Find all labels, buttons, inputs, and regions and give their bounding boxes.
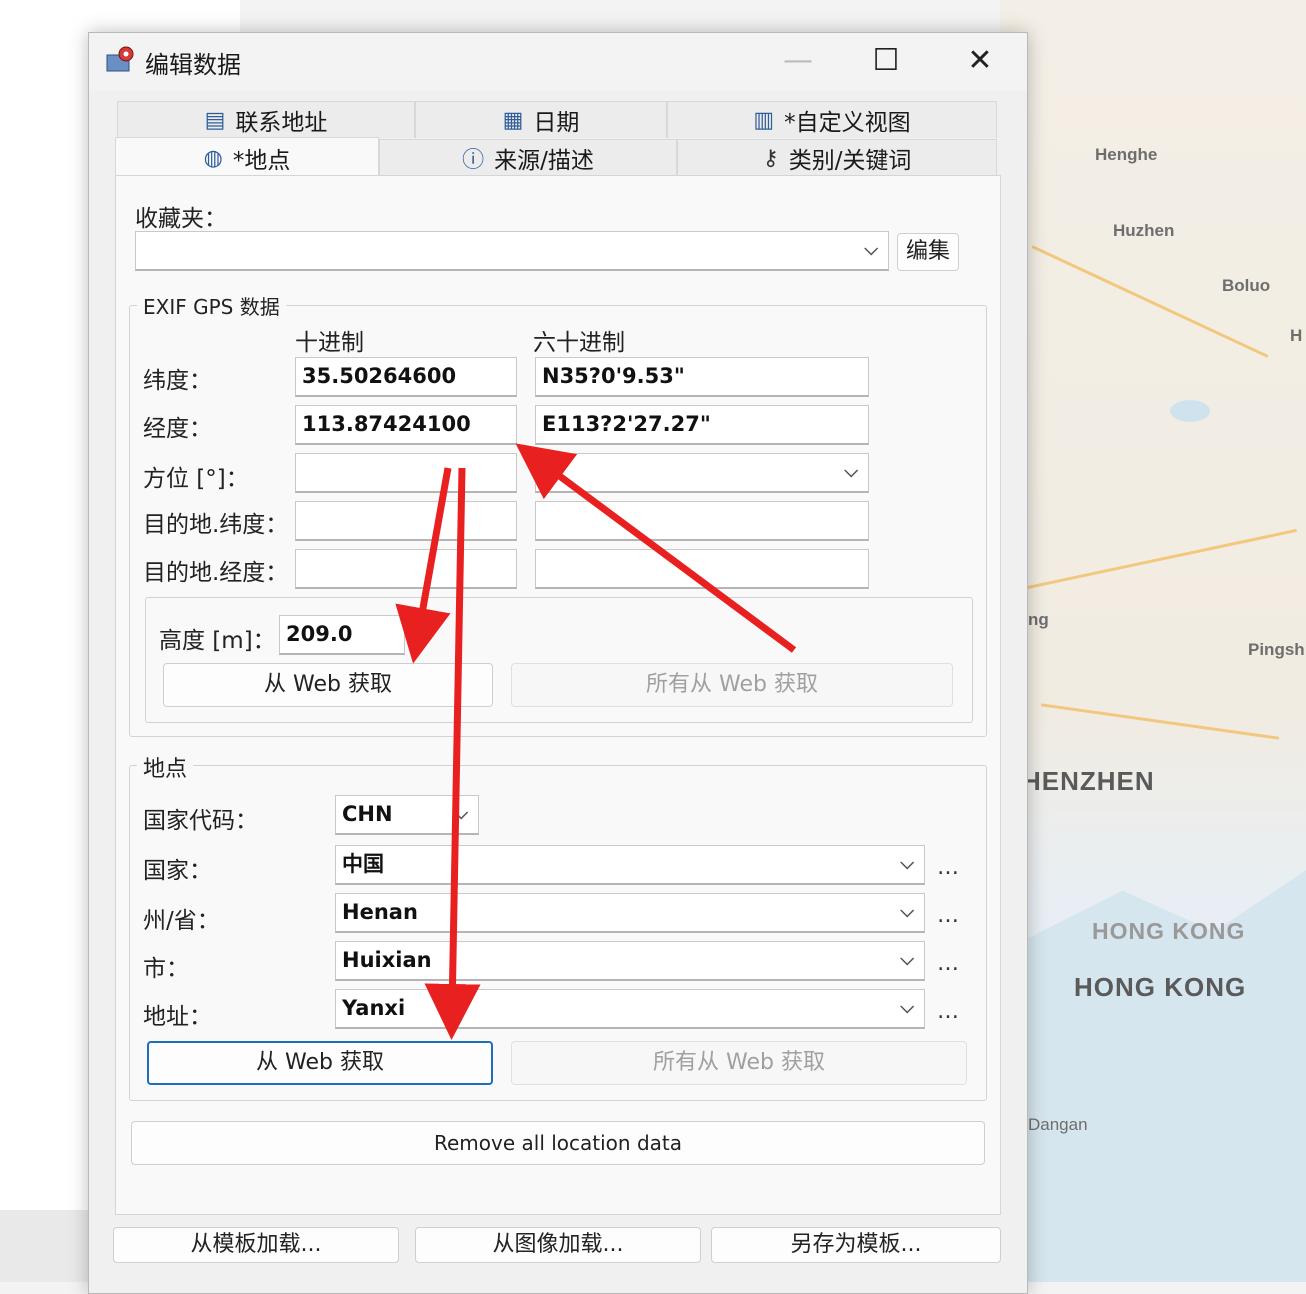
remove-location-data-button[interactable]: Remove all location data [131,1121,985,1165]
address-combo[interactable]: Yanxi ⌵ [335,989,925,1029]
chevron-down-icon: ⌵ [900,949,914,970]
bearing-reference-combo[interactable]: ⌵ [535,453,869,493]
chevron-down-icon: ⌵ [900,997,914,1018]
close-button[interactable]: ✕ [957,41,1003,81]
app-map-pin-icon [106,46,134,72]
city-more-button[interactable]: … [937,951,960,976]
longitude-sexagesimal-field[interactable]: E113?2'27.27" [535,405,869,445]
address-label: 地址： [143,1004,212,1030]
longitude-label: 经度： [143,416,212,442]
tab-label: *自定义视图 [784,110,911,136]
dest-latitude-sexagesimal-field[interactable] [535,501,869,541]
chevron-down-icon: ⌵ [900,901,914,922]
country-code-label: 国家代码： [143,808,258,834]
map-road [1002,528,1298,595]
bearing-label: 方位 [°]： [143,466,249,492]
table-view-icon: ▥ [753,107,775,133]
chevron-down-icon: ⌵ [900,853,914,874]
favorites-label: 收藏夹： [135,206,227,232]
country-label: 国家： [143,858,212,884]
location-fetch-all-from-web-button[interactable]: 所有从 Web 获取 [511,1041,967,1085]
bearing-decimal-field[interactable] [295,453,517,493]
sexagesimal-column-header: 六十进制 [533,330,625,356]
city-label: 市： [143,956,189,982]
save-as-template-button[interactable]: 另存为模板... [711,1227,1001,1263]
tab-label: 来源/描述 [494,148,594,174]
calendar-icon: ▦ [502,107,524,133]
contact-card-icon: ▤ [204,107,226,133]
latitude-sexagesimal-field[interactable]: N35?0'9.53" [535,357,869,397]
map-label-boluo: Boluo [1222,276,1271,295]
map-lake [1170,400,1210,422]
gps-fetch-from-web-button[interactable]: 从 Web 获取 [163,663,493,707]
globe-icon: ◍ [203,145,223,171]
map-label-henghe: Henghe [1095,145,1158,164]
map-label-dangan: Dangan [1028,1115,1088,1134]
map-road [1040,703,1280,740]
minimize-button[interactable]: — [775,41,821,81]
chevron-down-icon: ⌵ [864,239,878,260]
tab-date[interactable]: ▦ 日期 [415,101,667,138]
tab-category-keywords[interactable]: ⚷ 类别/关键词 [677,139,997,176]
altitude-field[interactable]: 209.0 [279,615,405,655]
map-label-pingsh: Pingsh [1248,640,1305,659]
province-label: 州/省： [143,908,220,934]
country-code-combo[interactable]: CHN ⌵ [335,795,479,835]
province-value: Henan [342,900,418,924]
gps-group-title: EXIF GPS 数据 [137,291,286,320]
chevron-down-icon: ⌵ [844,461,858,482]
tab-label: *地点 [232,148,291,174]
key-icon: ⚷ [762,145,779,171]
tab-source-description[interactable]: ⓘ 来源/描述 [379,139,677,176]
map-road [1031,245,1269,358]
tab-location[interactable]: ◍ *地点 [115,137,379,178]
latitude-label: 纬度： [143,368,212,394]
city-combo[interactable]: Huixian ⌵ [335,941,925,981]
tab-label: 日期 [533,110,580,136]
address-value: Yanxi [342,996,406,1020]
info-icon: ⓘ [462,148,485,173]
latitude-decimal-field[interactable]: 35.50264600 [295,357,517,397]
map-label-shenzhen: HENZHEN [1022,766,1155,796]
map-label-hongkong: HONG KONG [1074,972,1247,1002]
altitude-label: 高度 [m]： [159,628,276,654]
decimal-column-header: 十进制 [295,330,364,356]
load-from-template-button[interactable]: 从模板加载... [113,1227,399,1263]
map-label-h: H [1290,326,1303,345]
background-map: Henghe Huzhen Boluo H ng Pingsh HENZHEN … [1000,0,1306,1282]
tab-label: 联系地址 [235,110,328,136]
title-bar: 编辑数据 — ☐ ✕ [89,33,1027,91]
dialog-title: 编辑数据 [145,51,241,79]
province-more-button[interactable]: … [937,903,960,928]
gps-fetch-all-from-web-button[interactable]: 所有从 Web 获取 [511,663,953,707]
maximize-button[interactable]: ☐ [863,41,909,81]
dest-longitude-label: 目的地.经度： [143,560,289,586]
city-value: Huixian [342,948,432,972]
tab-contact-address[interactable]: ▤ 联系地址 [117,101,415,138]
map-label-hongkong-faded: HONG KONG [1092,918,1246,944]
favorites-edit-button[interactable]: 编集 [897,233,959,271]
dest-latitude-label: 目的地.纬度： [143,512,289,538]
dest-latitude-decimal-field[interactable] [295,501,517,541]
map-label-huzhen: Huzhen [1113,221,1175,240]
tab-label: 类别/关键词 [788,148,912,174]
province-combo[interactable]: Henan ⌵ [335,893,925,933]
chevron-down-icon: ⌵ [454,803,468,824]
load-from-image-button[interactable]: 从图像加载... [415,1227,701,1263]
location-fetch-from-web-button[interactable]: 从 Web 获取 [147,1041,493,1085]
dest-longitude-sexagesimal-field[interactable] [535,549,869,589]
longitude-decimal-field[interactable]: 113.87424100 [295,405,517,445]
edit-data-dialog: 编辑数据 — ☐ ✕ ▤ 联系地址 ▦ 日期 ▥ *自定义视图 ◍ *地点 ⓘ … [88,32,1028,1294]
tab-custom-view[interactable]: ▥ *自定义视图 [667,101,997,138]
dest-longitude-decimal-field[interactable] [295,549,517,589]
country-value: 中国 [342,852,384,876]
location-group-title: 地点 [137,751,194,783]
address-more-button[interactable]: … [937,999,960,1024]
country-combo[interactable]: 中国 ⌵ [335,845,925,885]
country-more-button[interactable]: … [937,855,960,880]
favorites-combo[interactable]: ⌵ [135,231,889,271]
country-code-value: CHN [342,802,393,826]
map-label-ng: ng [1028,610,1049,629]
